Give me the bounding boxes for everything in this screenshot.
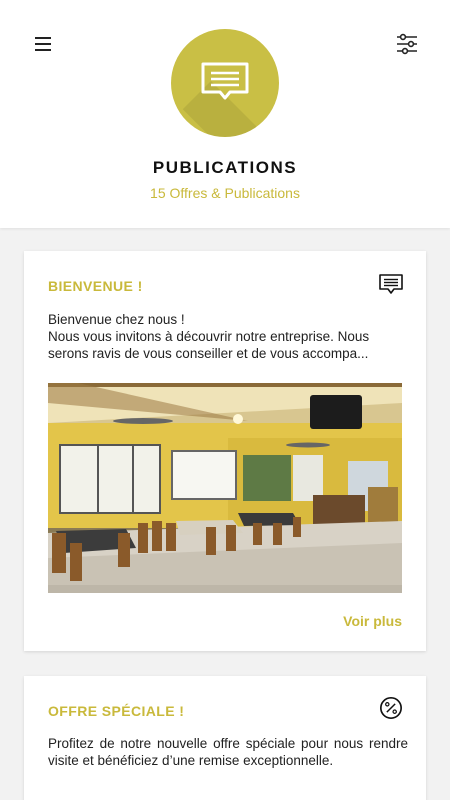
- post-excerpt: Profitez de notre nouvelle offre spécial…: [48, 736, 408, 768]
- post-excerpt-line: serons ravis de vous conseiller et de vo…: [48, 346, 369, 361]
- page-title: PUBLICATIONS: [152, 158, 298, 177]
- percent-icon: [380, 697, 402, 719]
- post-image-restaurant-room: [48, 383, 402, 593]
- page-subtitle: 15 Offres & Publications: [150, 185, 300, 201]
- chat-message-icon: [201, 62, 249, 100]
- post-excerpt: Bienvenue chez nous ! Nous vous invitons…: [48, 311, 408, 362]
- message-icon: [379, 274, 403, 294]
- post-card-welcome[interactable]: BIENVENUE ! Bienvenue chez nous ! Nous v…: [24, 251, 426, 651]
- sliders-filter-icon: [397, 33, 417, 55]
- post-title: BIENVENUE !: [48, 278, 143, 294]
- post-excerpt-line: Bienvenue chez nous !: [48, 312, 185, 327]
- hamburger-menu-icon-bar: [35, 49, 51, 51]
- page-header: PUBLICATIONS 15 Offres & Publications: [0, 0, 450, 228]
- post-card-special-offer[interactable]: OFFRE SPÉCIALE ! Profitez de notre nouve…: [24, 676, 426, 800]
- hamburger-menu-icon: [35, 37, 51, 39]
- post-title: OFFRE SPÉCIALE !: [48, 703, 185, 719]
- see-more-link[interactable]: Voir plus: [343, 613, 402, 629]
- filter-button[interactable]: [395, 33, 419, 55]
- hero-badge: [171, 29, 279, 137]
- post-excerpt-line: Nous vous invitons à découvrir notre ent…: [48, 329, 370, 344]
- hamburger-menu-icon-bar: [35, 43, 51, 45]
- menu-button[interactable]: [33, 34, 55, 54]
